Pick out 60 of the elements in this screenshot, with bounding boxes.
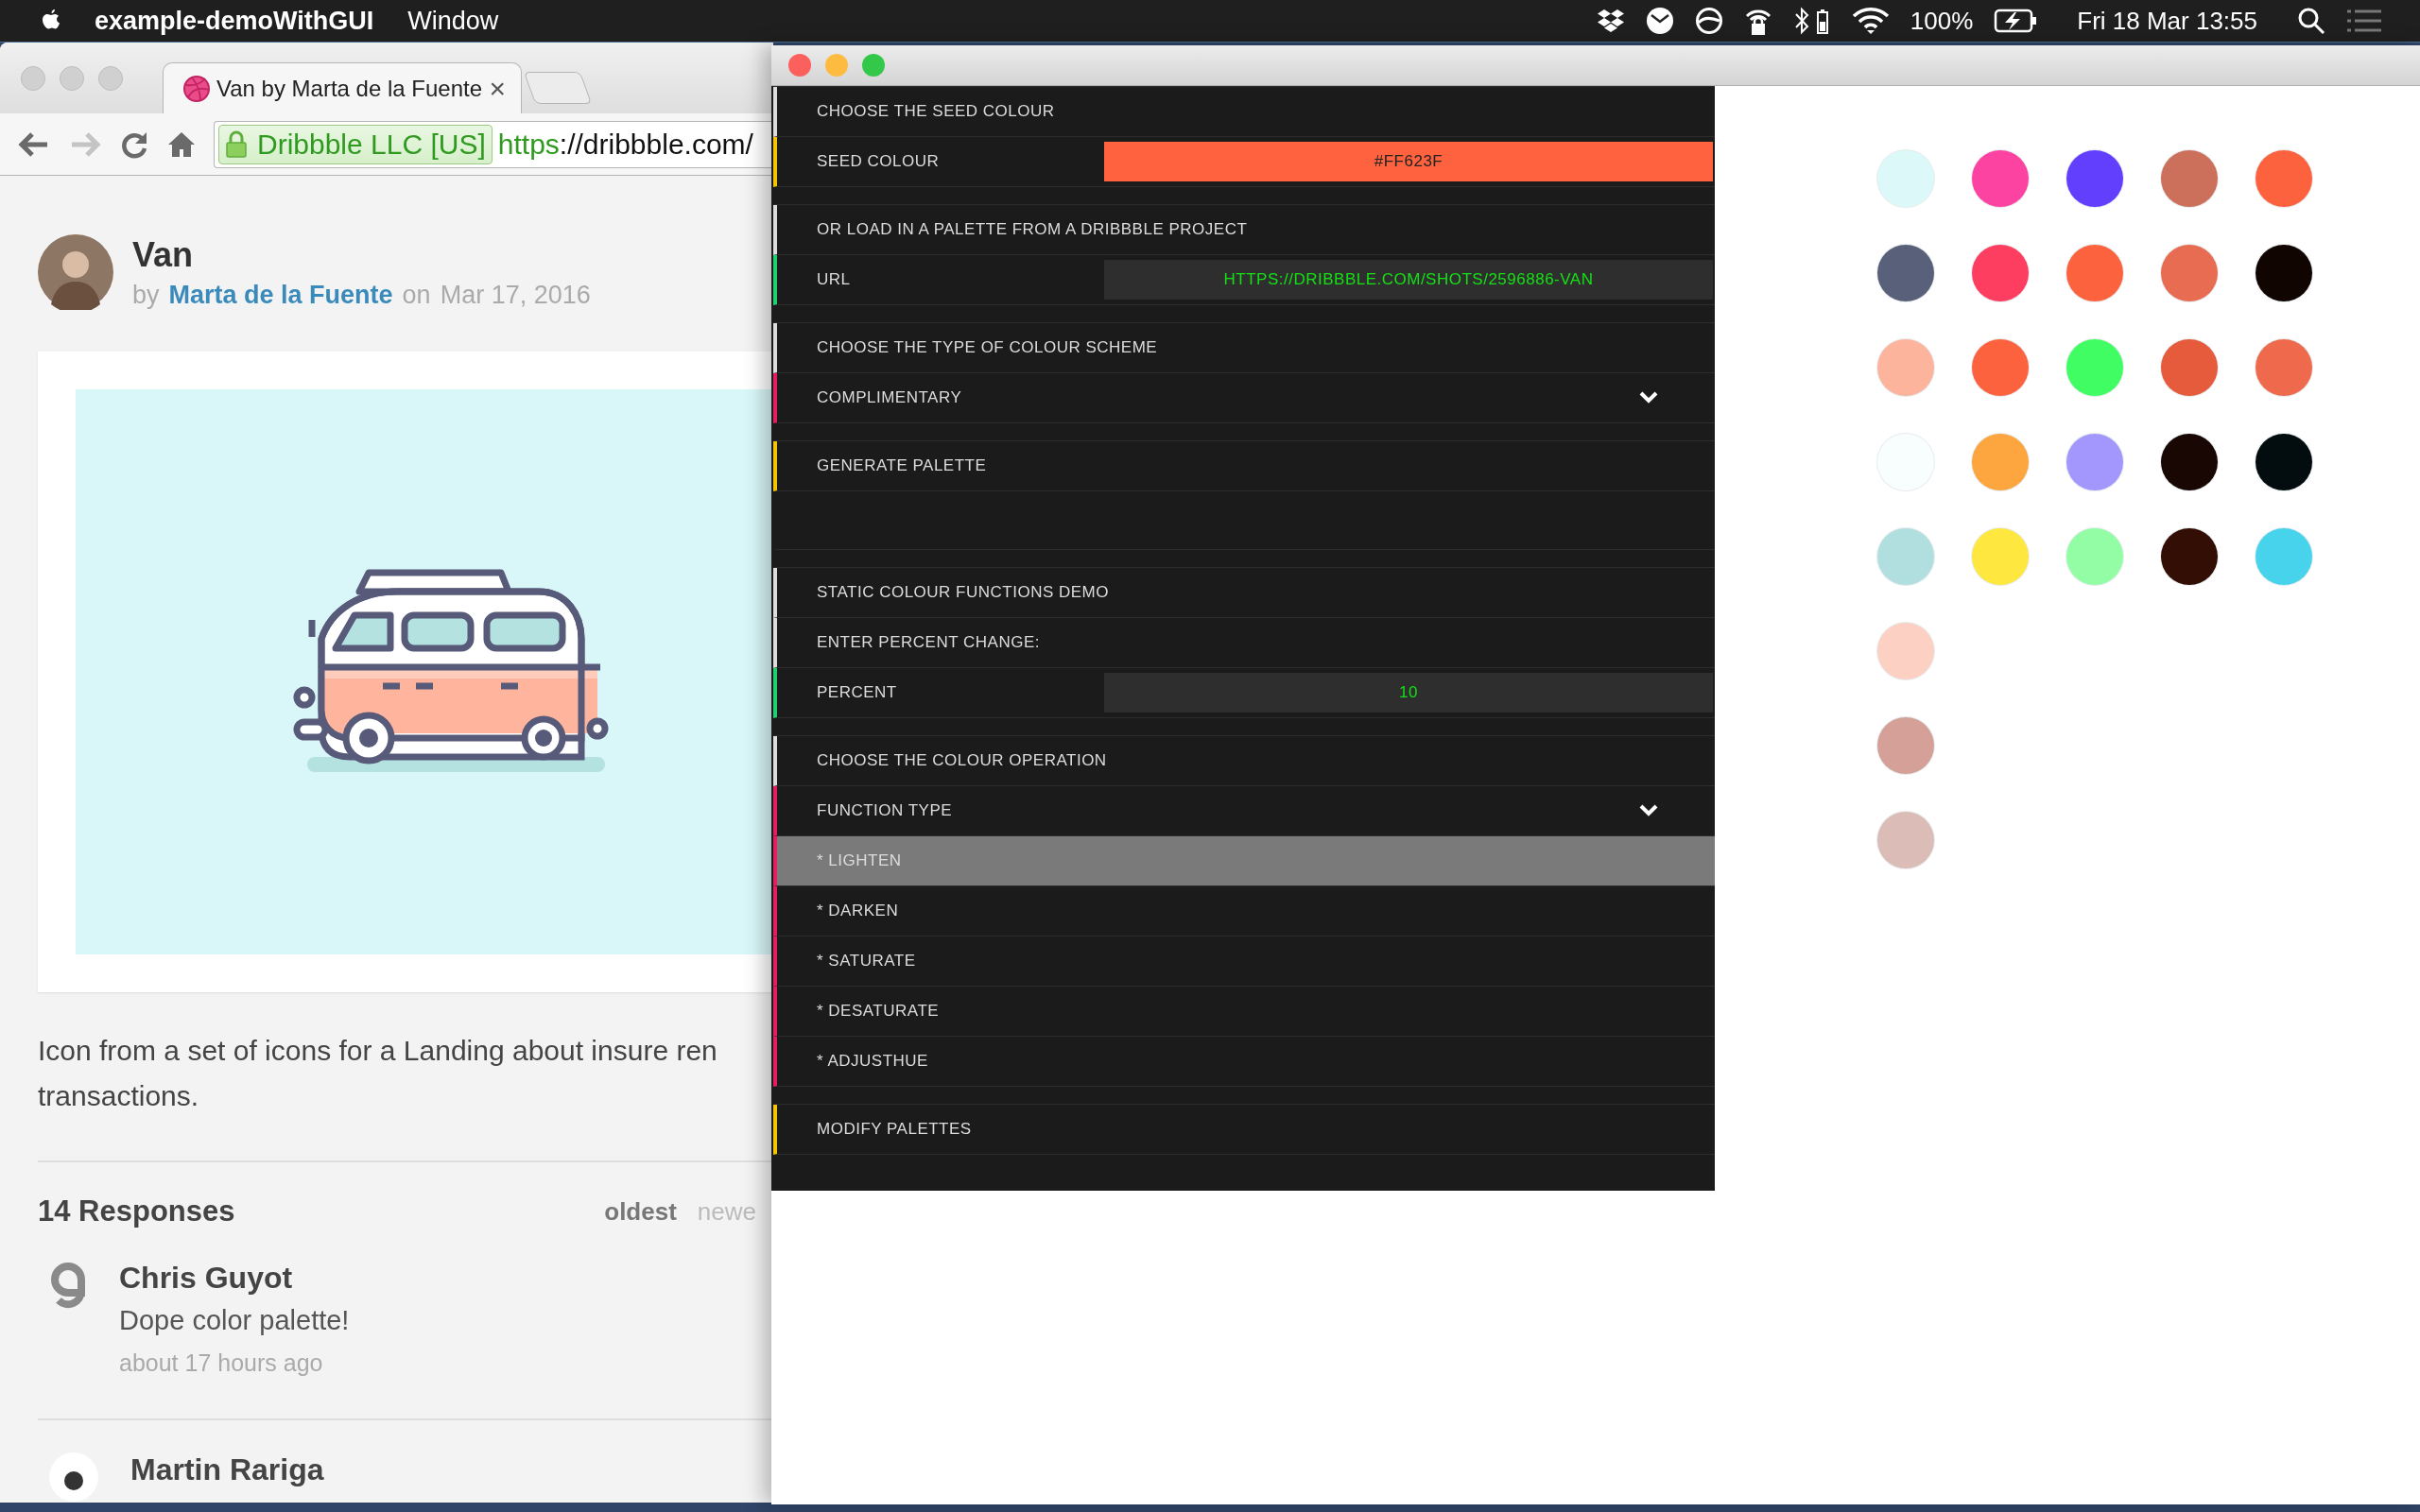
- clock-text[interactable]: Fri 18 Mar 13:55: [2077, 6, 2257, 36]
- bluetooth-battery-icon[interactable]: [1792, 5, 1831, 37]
- dropdown-option[interactable]: * DESATURATE: [773, 987, 1715, 1037]
- action-button[interactable]: GENERATE PALETTE: [817, 441, 1715, 490]
- shot-image[interactable]: [76, 389, 773, 954]
- tab-title: Van by Marta de la Fuente: [216, 75, 484, 102]
- control-label: PERCENT: [817, 683, 898, 702]
- section-title: STATIC COLOUR FUNCTIONS DEMO: [817, 583, 1109, 602]
- shot-date: Mar 17, 2016: [440, 280, 591, 310]
- number-field[interactable]: 10: [1104, 673, 1713, 713]
- comment-author[interactable]: Chris Guyot: [119, 1261, 350, 1296]
- menu-item[interactable]: Window: [407, 6, 499, 36]
- comment-author[interactable]: Martin Rariga: [130, 1452, 324, 1487]
- avatar[interactable]: [49, 1452, 98, 1502]
- dropdown-option[interactable]: * ADJUSTHUE: [773, 1037, 1715, 1087]
- home-icon[interactable]: [166, 129, 197, 159]
- url-text: https://dribbble.com/: [497, 128, 753, 161]
- tab-close-button[interactable]: ×: [489, 72, 506, 105]
- apple-icon[interactable]: [42, 9, 60, 32]
- section-title: CHOOSE THE SEED COLOUR: [817, 102, 1055, 121]
- dropdown[interactable]: FUNCTION TYPE: [817, 786, 1715, 835]
- lock-icon: [225, 129, 248, 159]
- control-label: SEED COLOUR: [817, 152, 941, 171]
- control-label: URL: [817, 270, 852, 289]
- chevron-down-icon: [1639, 804, 1658, 817]
- company-name: Dribbble LLC [US]: [257, 128, 486, 161]
- dropbox-icon[interactable]: [1596, 8, 1625, 34]
- battery-charging-icon[interactable]: [1994, 9, 2038, 33]
- search-icon[interactable]: [2297, 7, 2325, 35]
- url-field[interactable]: HTTPS://DRIBBBLE.COM/SHOTS/2596886-VAN: [1104, 260, 1713, 300]
- dropdown-option[interactable]: * DARKEN: [773, 886, 1715, 936]
- letter-logo-icon[interactable]: [49, 1261, 87, 1310]
- dropdown[interactable]: COMPLIMENTARY: [817, 373, 1715, 422]
- responses-heading: 14 Responses: [38, 1194, 235, 1228]
- notification-list-icon[interactable]: [2346, 9, 2382, 33]
- app-menu[interactable]: example-demoWithGUI: [95, 6, 374, 36]
- dropdown-option[interactable]: * SATURATE: [773, 936, 1715, 987]
- wifi-icon[interactable]: [1851, 7, 1890, 35]
- chevron-down-icon: [1639, 391, 1658, 404]
- section-title: CHOOSE THE TYPE OF COLOUR SCHEME: [817, 338, 1158, 357]
- comment-time: about 17 hours ago: [119, 1349, 324, 1377]
- section-title: CHOOSE THE COLOUR OPERATION: [817, 751, 1107, 770]
- section-title: OR LOAD IN A PALETTE FROM A DRIBBBLE PROJECT: [817, 220, 1248, 239]
- sync-icon[interactable]: [1694, 7, 1723, 35]
- ball-icon: [182, 74, 211, 103]
- section-title: ENTER PERCENT CHANGE:: [817, 633, 1040, 652]
- color-field[interactable]: #FF623F: [1104, 142, 1713, 181]
- by-label: by: [132, 280, 160, 310]
- browser-tab[interactable]: Van by Marta de la Fuente ×: [163, 62, 522, 113]
- description-line: Icon from a set of icons for a Landing about insure ren: [38, 1034, 718, 1068]
- clock-icon[interactable]: [1645, 7, 1674, 35]
- comment-text: Dope color palette!: [119, 1305, 350, 1336]
- avatar[interactable]: [38, 234, 113, 310]
- battery-percent: 100%: [1910, 6, 1974, 36]
- sort-link[interactable]: oldest: [604, 1196, 677, 1227]
- description-line: transactions.: [38, 1079, 200, 1113]
- shot-title: Van: [132, 234, 195, 275]
- address-bar[interactable]: Dribbble LLC [US] https://dribbble.com/: [214, 120, 773, 168]
- action-button[interactable]: MODIFY PALETTES: [817, 1105, 1715, 1154]
- on-label: on: [402, 280, 431, 310]
